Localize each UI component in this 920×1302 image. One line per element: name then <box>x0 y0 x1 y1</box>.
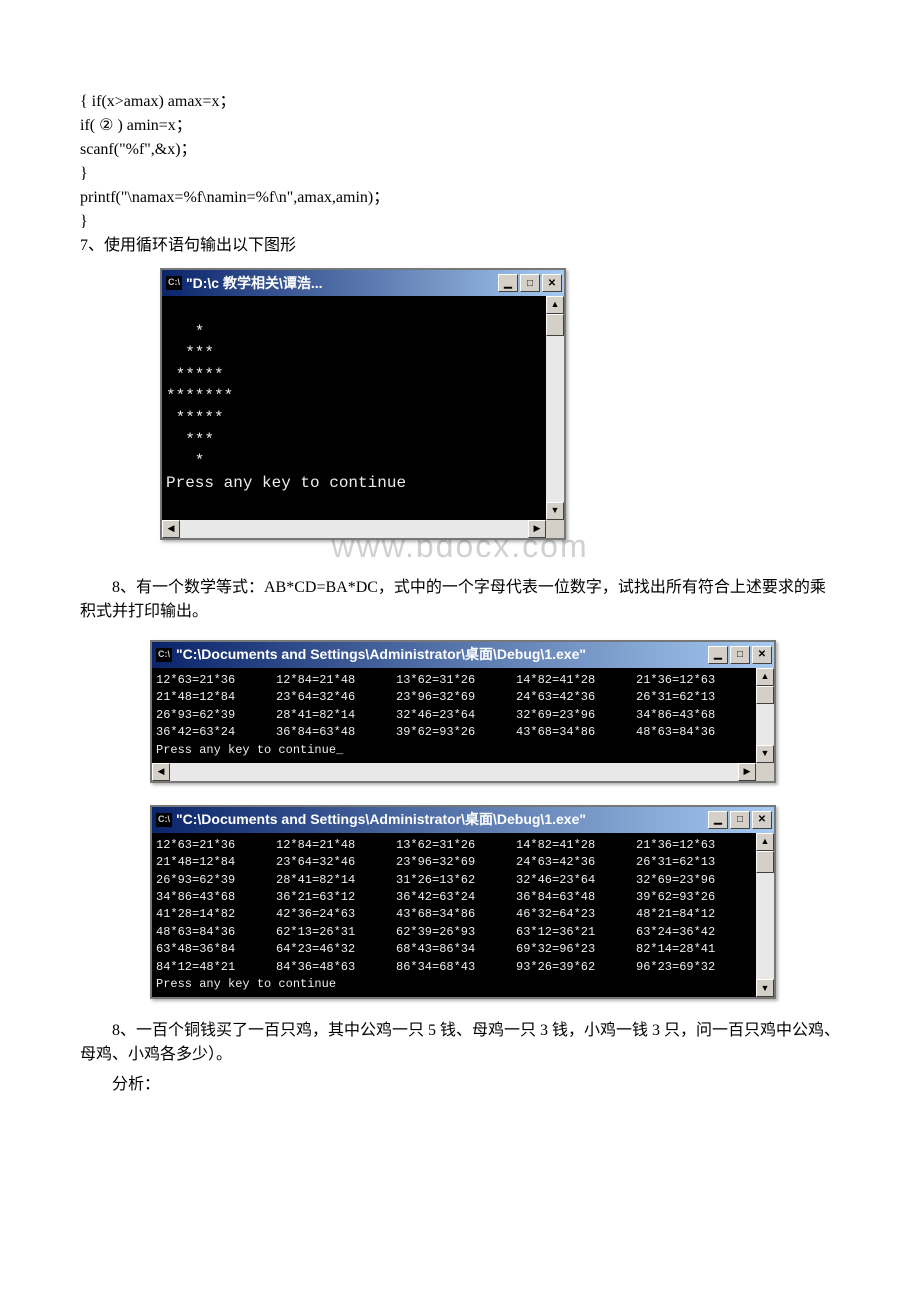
titlebar: C:\ "C:\Documents and Settings\Administr… <box>152 642 774 668</box>
cmd-icon: C:\ <box>166 276 182 290</box>
output-row: 12*63=21*3612*84=21*4813*62=31*2614*82=4… <box>156 672 756 689</box>
horizontal-scrollbar[interactable]: ◀ ▶ <box>162 520 546 538</box>
vertical-scrollbar[interactable]: ▲ ▼ <box>756 833 774 998</box>
window-title: "C:\Documents and Settings\Administrator… <box>176 809 706 830</box>
vertical-scrollbar[interactable]: ▲ ▼ <box>756 668 774 763</box>
scroll-left-button[interactable]: ◀ <box>152 763 170 781</box>
titlebar: C:\ "D:\c 教学相关\谭浩... ▁ □ ✕ <box>162 270 564 296</box>
titlebar: C:\ "C:\Documents and Settings\Administr… <box>152 807 774 833</box>
output-row: 84*12=48*2184*36=48*6386*34=68*4393*26=3… <box>156 959 756 976</box>
cmd-icon: C:\ <box>156 813 172 827</box>
close-button[interactable]: ✕ <box>542 274 562 292</box>
scroll-track[interactable] <box>546 314 564 502</box>
console-output: 12*63=21*3612*84=21*4813*62=31*2614*82=4… <box>152 833 756 998</box>
hscroll-track[interactable] <box>170 763 738 781</box>
hscroll-track[interactable] <box>180 520 528 538</box>
minimize-button[interactable]: ▁ <box>708 646 728 664</box>
scroll-thumb[interactable] <box>546 314 564 336</box>
console-window-2: C:\ "C:\Documents and Settings\Administr… <box>150 640 776 783</box>
scroll-up-button[interactable]: ▲ <box>756 833 774 851</box>
window-title: "D:\c 教学相关\谭浩... <box>186 273 496 294</box>
output-row: 63*48=36*8464*23=46*3268*43=86*3469*32=9… <box>156 941 756 958</box>
output-row: 26*93=62*3928*41=82*1431*26=13*6232*46=2… <box>156 872 756 889</box>
output-line: * <box>166 323 204 341</box>
output-line: ***** <box>166 366 224 384</box>
console-output: 12*63=21*3612*84=21*4813*62=31*2614*82=4… <box>152 668 756 763</box>
close-button[interactable]: ✕ <box>752 811 772 829</box>
scroll-right-button[interactable]: ▶ <box>738 763 756 781</box>
code-line: } <box>80 210 840 234</box>
output-row: 41*28=14*8242*36=24*6343*68=34*8646*32=6… <box>156 906 756 923</box>
output-line: Press any key to continue <box>156 976 756 993</box>
code-line: scanf("%f",&x)； <box>80 138 840 162</box>
code-line: } <box>80 162 840 186</box>
cmd-icon: C:\ <box>156 648 172 662</box>
scroll-down-button[interactable]: ▼ <box>756 745 774 763</box>
console-window-3: C:\ "C:\Documents and Settings\Administr… <box>150 805 776 1000</box>
output-line: Press any key to continue <box>166 474 406 492</box>
scroll-right-button[interactable]: ▶ <box>528 520 546 538</box>
code-line: if( ② ) amin=x； <box>80 114 840 138</box>
maximize-button[interactable]: □ <box>520 274 540 292</box>
code-line: printf("\namax=%f\namin=%f\n",amax,amin)… <box>80 186 840 210</box>
maximize-button[interactable]: □ <box>730 646 750 664</box>
output-row: 26*93=62*3928*41=82*1432*46=23*6432*69=2… <box>156 707 756 724</box>
output-row: 21*48=12*8423*64=32*4623*96=32*6924*63=4… <box>156 854 756 871</box>
output-row: 48*63=84*3662*13=26*3162*39=26*9363*12=3… <box>156 924 756 941</box>
close-button[interactable]: ✕ <box>752 646 772 664</box>
question-8b: 8、一百个铜钱买了一百只鸡，其中公鸡一只 5 钱、母鸡一只 3 钱，小鸡一钱 3… <box>80 1019 840 1067</box>
output-line: * <box>166 452 204 470</box>
console-window-1: C:\ "D:\c 教学相关\谭浩... ▁ □ ✕ * *** ***** *… <box>160 268 566 540</box>
question-7: 7、使用循环语句输出以下图形 <box>80 234 840 258</box>
analysis-label: 分析： <box>80 1073 840 1097</box>
horizontal-scrollbar[interactable]: ◀ ▶ <box>152 763 756 781</box>
scroll-track[interactable] <box>756 686 774 745</box>
maximize-button[interactable]: □ <box>730 811 750 829</box>
output-row: 12*63=21*3612*84=21*4813*62=31*2614*82=4… <box>156 837 756 854</box>
output-row: 34*86=43*6836*21=63*1236*42=63*2436*84=6… <box>156 889 756 906</box>
output-line: ***** <box>166 409 224 427</box>
output-row: 36*42=63*2436*84=63*4839*62=93*2643*68=3… <box>156 724 756 741</box>
output-line: *** <box>166 344 214 362</box>
scroll-thumb[interactable] <box>756 686 774 704</box>
scroll-up-button[interactable]: ▲ <box>756 668 774 686</box>
resize-grip[interactable] <box>546 520 564 538</box>
window-title: "C:\Documents and Settings\Administrator… <box>176 644 706 665</box>
code-line: { if(x>amax) amax=x； <box>80 90 840 114</box>
scroll-down-button[interactable]: ▼ <box>756 979 774 997</box>
output-line: Press any key to continue_ <box>156 742 756 759</box>
scroll-down-button[interactable]: ▼ <box>546 502 564 520</box>
resize-grip[interactable] <box>756 763 774 781</box>
scroll-thumb[interactable] <box>756 851 774 873</box>
scroll-track[interactable] <box>756 851 774 980</box>
question-8a: 8、有一个数学等式：AB*CD=BA*DC，式中的一个字母代表一位数字，试找出所… <box>80 576 840 624</box>
console-output: * *** ***** ******* ***** *** * Press an… <box>162 296 546 520</box>
output-line: *** <box>166 431 214 449</box>
minimize-button[interactable]: ▁ <box>498 274 518 292</box>
output-row: 21*48=12*8423*64=32*4623*96=32*6924*63=4… <box>156 689 756 706</box>
minimize-button[interactable]: ▁ <box>708 811 728 829</box>
vertical-scrollbar[interactable]: ▲ ▼ <box>546 296 564 520</box>
output-line: ******* <box>166 387 233 405</box>
scroll-left-button[interactable]: ◀ <box>162 520 180 538</box>
scroll-up-button[interactable]: ▲ <box>546 296 564 314</box>
